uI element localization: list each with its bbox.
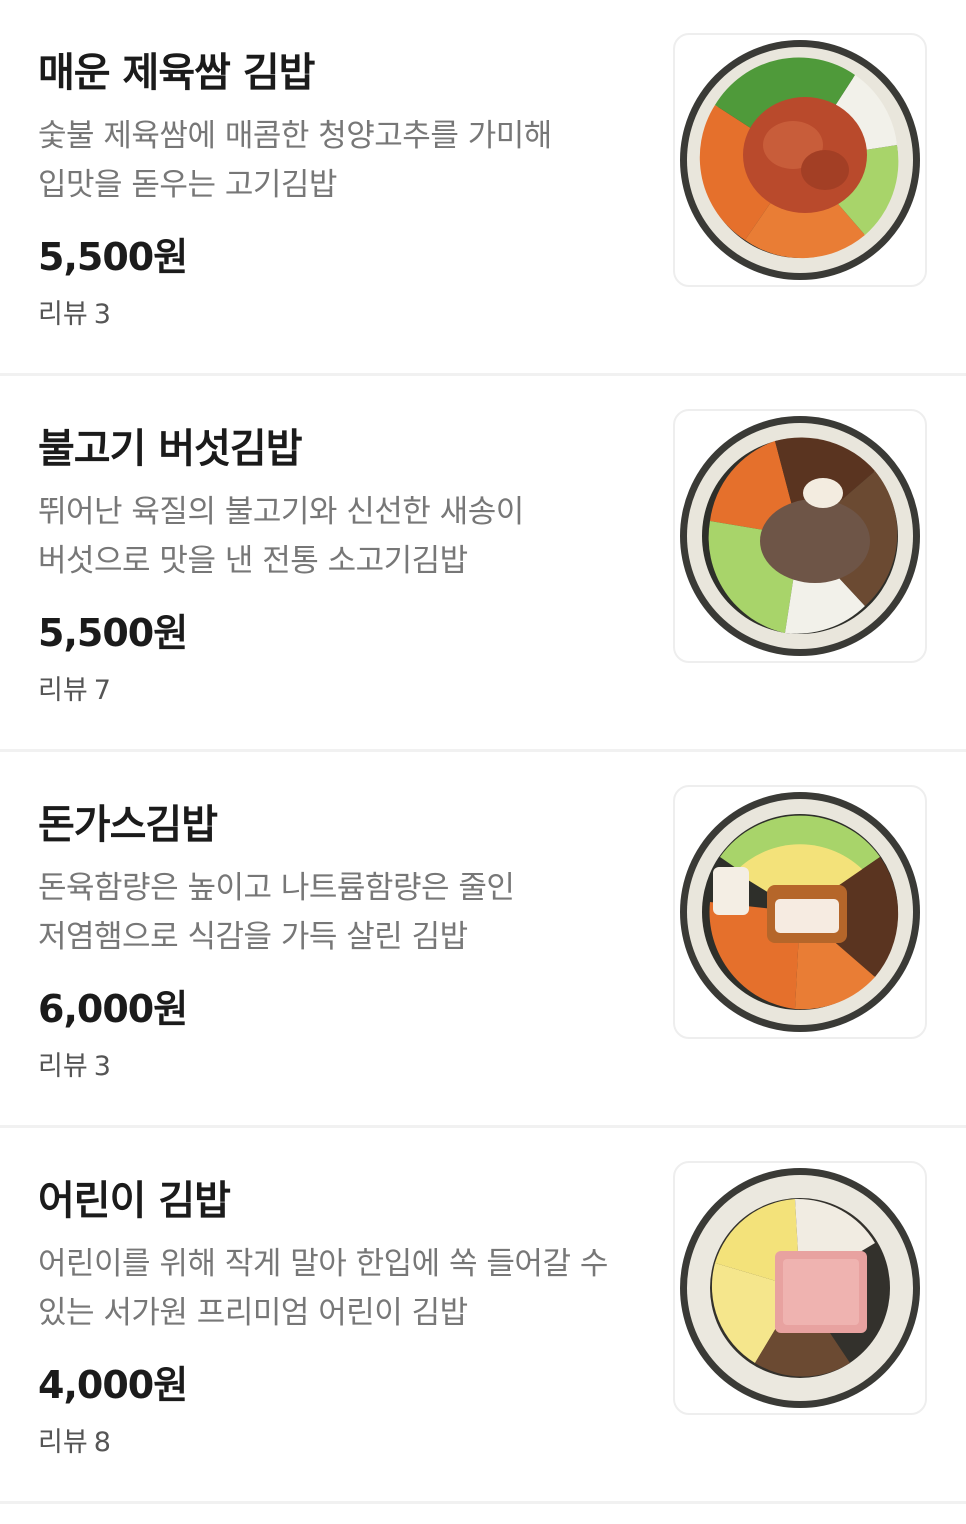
- menu-item-name: 어린이 김밥: [38, 1178, 231, 1224]
- kimbap-image-icon: [680, 416, 920, 656]
- menu-item-description-line: 저염햄으로 식감을 가득 살린 김밥: [38, 919, 468, 955]
- kimbap-image-icon: [680, 792, 920, 1032]
- review-count: 3: [93, 1051, 111, 1082]
- menu-item-review[interactable]: 리뷰 3: [38, 1044, 111, 1083]
- menu-item-description-line: 버섯으로 맛을 낸 전통 소고기김밥: [38, 543, 468, 579]
- menu-item-review[interactable]: 리뷰 8: [38, 1420, 111, 1459]
- menu-item-description-line: 뛰어난 육질의 불고기와 신선한 새송이: [38, 494, 524, 530]
- menu-item-bulgogi-mushroom-kimbap[interactable]: 불고기 버섯김밥 뛰어난 육질의 불고기와 신선한 새송이 버섯으로 맛을 낸 …: [0, 376, 966, 752]
- menu-item-description: 돈육함량은 높이고 나트륨함량은 줄인 저염햄으로 식감을 가득 살린 김밥: [38, 864, 638, 962]
- menu-item-description: 숯불 제육쌈에 매콤한 청양고추를 가미해 입맛을 돋우는 고기김밥: [38, 112, 638, 210]
- menu-item-price: 4,000원: [38, 1363, 188, 1407]
- review-count: 7: [93, 675, 111, 706]
- menu-list: 매운 제육쌈 김밥 숯불 제육쌈에 매콤한 청양고추를 가미해 입맛을 돋우는 …: [0, 0, 966, 1504]
- menu-item-review[interactable]: 리뷰 7: [38, 668, 111, 707]
- kids-kimbap-image[interactable]: [673, 1161, 927, 1415]
- menu-item-name: 매운 제육쌈 김밥: [38, 50, 315, 96]
- review-count: 8: [93, 1427, 111, 1458]
- menu-item-spicy-pork-kimbap[interactable]: 매운 제육쌈 김밥 숯불 제육쌈에 매콤한 청양고추를 가미해 입맛을 돋우는 …: [0, 0, 966, 376]
- kimbap-image-icon: [680, 1168, 920, 1408]
- review-label: 리뷰: [38, 299, 88, 330]
- review-label: 리뷰: [38, 675, 88, 706]
- menu-item-price: 6,000원: [38, 987, 188, 1031]
- menu-item-review[interactable]: 리뷰 3: [38, 292, 111, 331]
- spicy-pork-kimbap-image[interactable]: [673, 33, 927, 287]
- menu-item-description: 뛰어난 육질의 불고기와 신선한 새송이 버섯으로 맛을 낸 전통 소고기김밥: [38, 488, 638, 586]
- menu-item-description: 어린이를 위해 작게 말아 한입에 쏙 들어갈 수 있는 서가원 프리미엄 어린…: [38, 1240, 638, 1338]
- menu-item-description-line: 어린이를 위해 작게 말아 한입에 쏙 들어갈 수: [38, 1246, 608, 1282]
- kimbap-image-icon: [680, 40, 920, 280]
- menu-item-description-line: 숯불 제육쌈에 매콤한 청양고추를 가미해: [38, 118, 552, 154]
- menu-item-name: 돈가스김밥: [38, 802, 218, 848]
- review-label: 리뷰: [38, 1051, 88, 1082]
- menu-item-pork-cutlet-kimbap[interactable]: 돈가스김밥 돈육함량은 높이고 나트륨함량은 줄인 저염햄으로 식감을 가득 살…: [0, 752, 966, 1128]
- pork-cutlet-kimbap-image[interactable]: [673, 785, 927, 1039]
- menu-item-description-line: 입맛을 돋우는 고기김밥: [38, 167, 337, 203]
- menu-item-name: 불고기 버섯김밥: [38, 426, 303, 472]
- menu-item-price: 5,500원: [38, 611, 188, 655]
- bulgogi-mushroom-kimbap-image[interactable]: [673, 409, 927, 663]
- menu-item-description-line: 돈육함량은 높이고 나트륨함량은 줄인: [38, 870, 515, 906]
- review-count: 3: [93, 299, 111, 330]
- menu-item-description-line: 있는 서가원 프리미엄 어린이 김밥: [38, 1295, 468, 1331]
- menu-item-kids-kimbap[interactable]: 어린이 김밥 어린이를 위해 작게 말아 한입에 쏙 들어갈 수 있는 서가원 …: [0, 1128, 966, 1504]
- review-label: 리뷰: [38, 1427, 88, 1458]
- menu-item-price: 5,500원: [38, 235, 188, 279]
